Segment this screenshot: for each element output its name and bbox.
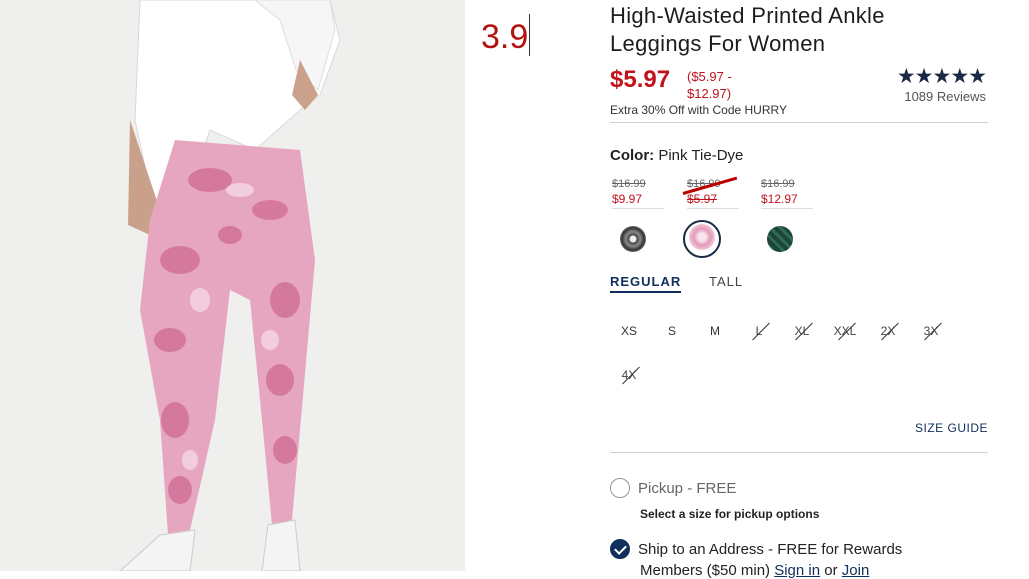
swatch-underline [687,208,739,209]
product-title-line2: Leggings For Women [610,31,826,56]
price-range-line2: $12.97) [687,86,732,101]
color-label-value: Pink Tie-Dye [658,147,744,164]
price-range: ($5.97 - $12.97) [687,68,757,102]
size-guide-link[interactable]: SIZE GUIDE [915,421,988,435]
pickup-label: Pickup - FREE [638,480,737,497]
color-label-key: Color: [610,147,655,164]
swatch-now-price: $9.97 [612,192,643,206]
price-section: $5.97 ($5.97 - $12.97) Extra 30% Off wit… [610,58,988,130]
swatch-now-price: $12.97 [761,192,798,206]
fit-tabs: REGULAR TALL [610,274,988,300]
text-caret [529,14,531,56]
swatch-was-price: $16.99 [761,178,795,190]
pickup-option[interactable]: Pickup - FREE [610,478,736,498]
swatch-option[interactable]: $16.99 $9.97 [612,178,674,252]
product-title-line1: High-Waisted Printed Ankle [610,3,885,28]
leggings-photo [0,0,465,571]
size-xs[interactable]: XS [615,324,643,338]
tab-regular[interactable]: REGULAR [610,274,682,293]
swatch-was-price: $16.99 [612,178,646,190]
swatch-pink-tie-dye-icon[interactable] [689,224,715,250]
product-image[interactable] [0,0,465,571]
size-4x-unavailable[interactable]: 4X [615,368,643,382]
swatch-leopard-icon[interactable] [620,226,646,252]
quantity-input[interactable]: 3.9 [481,14,531,57]
swatch-underline [761,208,813,209]
swatch-green-plaid-icon[interactable] [767,226,793,252]
tab-tall[interactable]: TALL [709,274,743,289]
ship-option[interactable]: Ship to an Address - FREE for Rewards [610,539,902,559]
size-s[interactable]: S [658,324,686,338]
pickup-note: Select a size for pickup options [640,507,820,521]
typed-value: 3.9 [481,18,529,56]
product-details-panel: High-Waisted Printed Ankle Leggings For … [610,0,988,579]
ship-label: Ship to an Address - FREE for Rewards [638,541,903,558]
sale-price: $5.97 [610,66,671,93]
size-xxl-unavailable[interactable]: XXL [831,324,859,338]
price-range-line1: ($5.97 - [687,69,732,84]
size-m[interactable]: M [701,324,729,338]
rating-stars[interactable]: ★★★★★ [897,64,987,89]
radio-checked-icon[interactable] [610,539,630,559]
swatch-now-price: $5.97 [687,192,718,206]
swatch-option-selected[interactable]: $16.99 $5.97 [682,176,749,258]
size-3x-unavailable[interactable]: 3X [917,324,945,338]
size-l-unavailable[interactable]: L [745,324,773,338]
swatch-underline [612,208,664,209]
reviews-link[interactable]: 1089 Reviews [904,89,986,104]
swatch-option[interactable]: $16.99 $12.97 [761,178,823,252]
color-swatches: $16.99 $9.97 $16.99 $5.97 $16.99 $12.97 [610,176,988,258]
color-label: Color: Pink Tie-Dye [610,147,988,164]
divider [610,452,988,453]
product-title: High-Waisted Printed Ankle Leggings For … [610,2,988,58]
size-xl-unavailable[interactable]: XL [788,324,816,338]
promo-text: Extra 30% Off with Code HURRY [610,103,787,117]
size-selector: XS S M L XL XXL 2X 3X 4X [610,314,988,404]
radio-unchecked-icon[interactable] [610,478,630,498]
size-2x-unavailable[interactable]: 2X [874,324,902,338]
